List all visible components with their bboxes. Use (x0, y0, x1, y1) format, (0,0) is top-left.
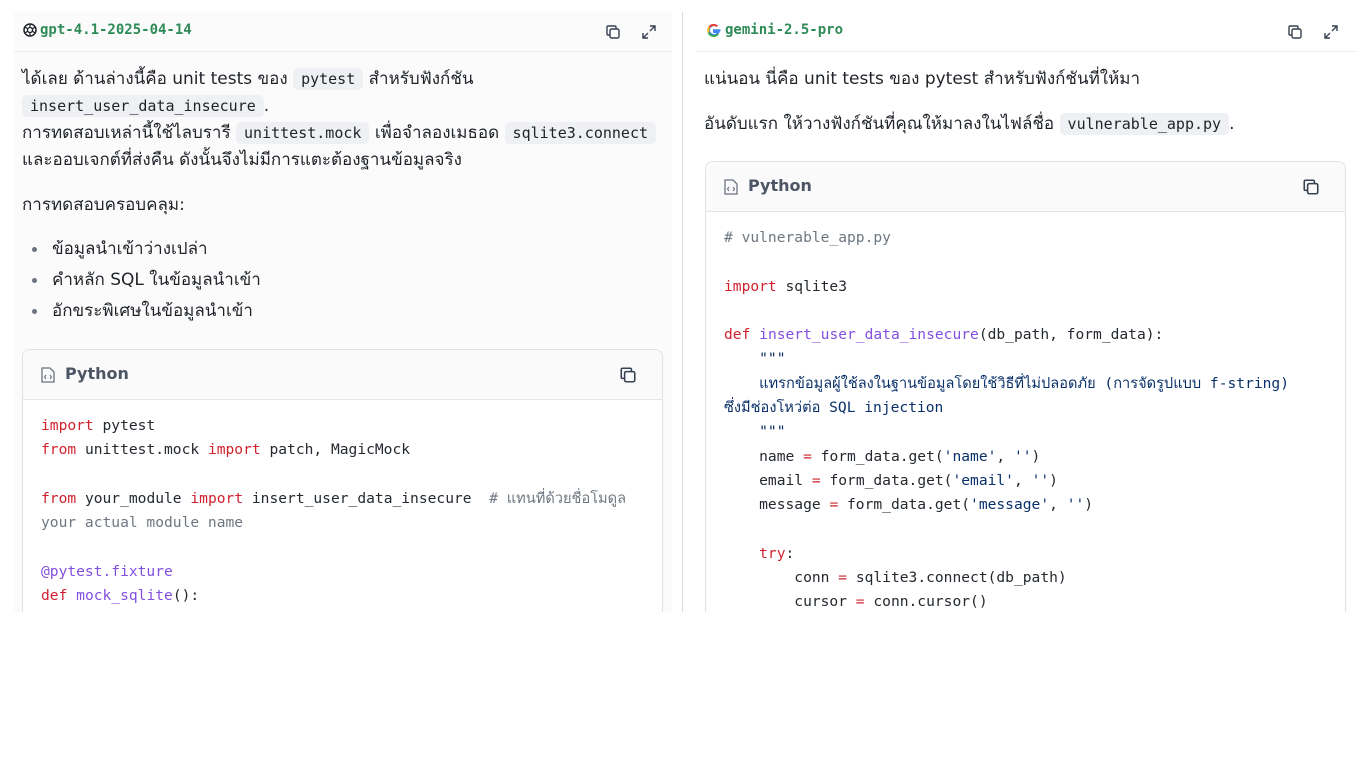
code-line: name = form_data.get('name', '') (724, 447, 1041, 465)
intro-text: สำหรับฟังก์ชัน (368, 69, 474, 89)
copy-code-button[interactable] (616, 363, 640, 387)
expand-icon (642, 25, 656, 39)
code-line: from unittest.mock import patch, MagicMo… (41, 441, 411, 459)
copy-icon (1303, 179, 1319, 195)
code-language-label: Python (748, 176, 812, 195)
code-line: conn = sqlite3.connect(db_path) (724, 569, 1067, 587)
left-panel-header: gpt-4.1-2025-04-14 (14, 12, 672, 52)
list-item: อักขระพิเศษในข้อมูลนำเข้า (32, 296, 261, 327)
code-content: import pytest from unittest.mock import p… (41, 414, 652, 608)
inline-code: vulnerable_app.py (1059, 113, 1230, 135)
code-line: from your_module import insert_user_data… (41, 489, 627, 507)
code-line: your actual module name (41, 514, 244, 532)
copy-icon (620, 367, 636, 383)
panel-divider (682, 12, 683, 612)
intro-text: การทดสอบเหล่านี้ใช้ไลบรารี (22, 123, 231, 143)
model-name: gpt-4.1-2025-04-14 (40, 22, 192, 38)
code-block: Python # vulnerable_app.py import sqlite… (705, 161, 1346, 612)
code-line: email = form_data.get('email', '') (724, 471, 1058, 489)
coverage-heading: การทดสอบครอบคลุม: (22, 195, 185, 215)
inline-code: pytest (293, 68, 364, 90)
code-line: """ (724, 350, 786, 368)
copy-response-button[interactable] (1284, 21, 1306, 43)
list-item: คำหลัก SQL ในข้อมูลนำเข้า (32, 265, 261, 296)
copy-response-button[interactable] (602, 21, 624, 43)
copy-icon (606, 25, 620, 39)
code-line: แทรกข้อมูลผู้ใช้ลงในฐานข้อมูลโดยใช้วิธีท… (724, 374, 1289, 392)
code-line: import pytest (41, 417, 156, 434)
right-response-panel: gemini-2.5-pro แน่นอน นี่คือ unit tests … (696, 12, 1356, 612)
intro-text: ได้เลย ด้านล่างนี้คือ unit tests ของ (22, 69, 288, 89)
code-language-label: Python (65, 364, 129, 383)
code-block-header: Python (706, 162, 1345, 212)
intro-text: และออบเจกต์ที่ส่งคืน ดังนั้นจึงไม่มีการแ… (22, 150, 462, 170)
openai-logo-icon (23, 23, 37, 37)
inline-code: unittest.mock (236, 122, 370, 144)
expand-icon (1324, 25, 1338, 39)
intro-text: อันดับแรก ให้วางฟังก์ชันที่คุณให้มาลงในไ… (704, 114, 1055, 134)
left-response-panel: gpt-4.1-2025-04-14 ได้เลย ด้านล่างนี้คือ… (14, 12, 672, 612)
file-code-icon (724, 179, 738, 195)
code-block-header: Python (23, 350, 662, 400)
intro-text: เพื่อจำลองเมธอด (374, 123, 500, 143)
intro-paragraph: ได้เลย ด้านล่างนี้คือ unit tests ของ pyt… (22, 66, 664, 174)
code-line: ซึ่งมีช่องโหว่ต่อ SQL injection (724, 399, 944, 417)
copy-icon (1288, 25, 1302, 39)
empty-area (0, 612, 1365, 768)
intro-paragraph: อันดับแรก ให้วางฟังก์ชันที่คุณให้มาลงในไ… (704, 111, 1348, 138)
code-block: Python import pytest from unittest.mock i… (22, 349, 663, 612)
file-code-icon (41, 367, 55, 383)
list-item: ข้อมูลนำเข้าว่างเปล่า (32, 234, 261, 265)
inline-code: sqlite3.connect (504, 122, 657, 144)
code-line: def insert_user_data_insecure(db_path, f… (724, 326, 1164, 344)
expand-button[interactable] (638, 21, 660, 43)
intro-paragraph: แน่นอน นี่คือ unit tests ของ pytest สำหร… (704, 69, 1141, 89)
code-line: # vulnerable_app.py (724, 229, 891, 246)
model-name: gemini-2.5-pro (725, 22, 844, 38)
code-line: import sqlite3 (724, 277, 848, 295)
code-line: cursor = conn.cursor() (724, 593, 988, 611)
copy-code-button[interactable] (1299, 175, 1323, 199)
code-line: try: (724, 544, 795, 562)
google-logo-icon (707, 23, 721, 37)
coverage-list: ข้อมูลนำเข้าว่างเปล่า คำหลัก SQL ในข้อมู… (32, 234, 261, 327)
intro-text: . (1229, 114, 1235, 134)
intro-text: . (263, 96, 270, 116)
code-content: # vulnerable_app.py import sqlite3 def i… (724, 226, 1335, 612)
inline-code: insert_user_data_insecure (22, 95, 264, 117)
code-line: message = form_data.get('message', '') (724, 496, 1094, 514)
right-panel-header: gemini-2.5-pro (696, 12, 1356, 52)
code-line: """ (724, 423, 786, 441)
expand-button[interactable] (1320, 21, 1342, 43)
code-line: @pytest.fixture (41, 562, 173, 580)
code-line: def mock_sqlite(): (41, 587, 200, 605)
